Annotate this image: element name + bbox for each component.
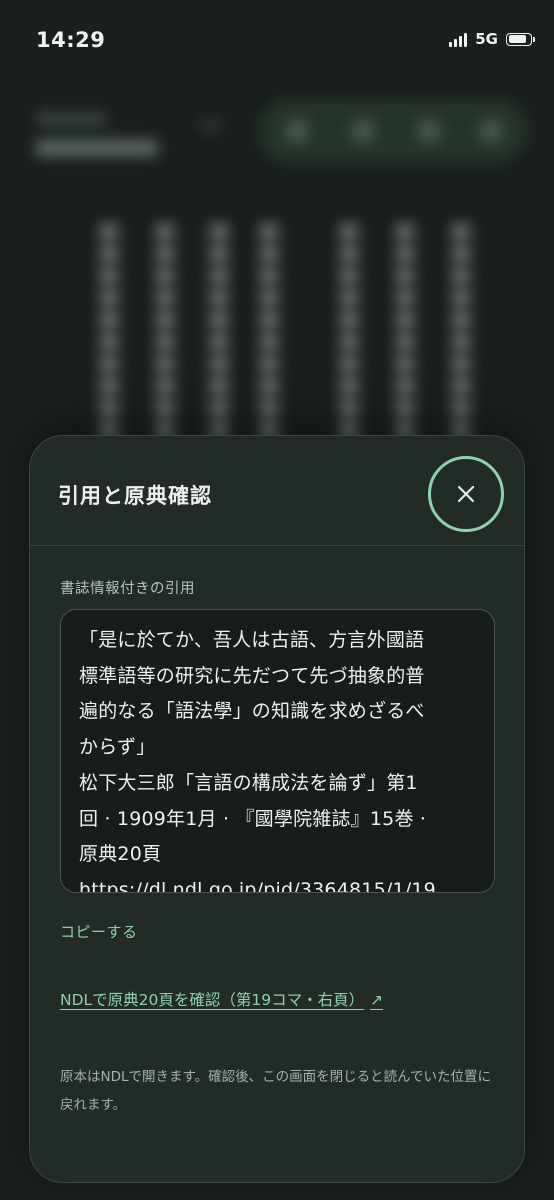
status-indicators: 5G: [449, 30, 535, 48]
signal-bars-icon: [449, 32, 468, 47]
battery-icon: [506, 32, 535, 46]
background-title: [36, 140, 158, 156]
citation-line: からず」: [79, 736, 156, 759]
citation-line: 「是に於てか、吾人は古語、方言外國語: [79, 629, 425, 651]
help-note: 原本はNDLで開きます。確認後、この画面を閉じると読んでいた位置に戻れます。: [60, 1069, 491, 1113]
citation-line: 原典20頁: [79, 843, 162, 866]
citation-text-box[interactable]: 「是に於てか、吾人は古語、方言外國語 標準語等の研究に先だつて先づ抽象的普 遍的…: [60, 609, 495, 893]
background-subtitle: [36, 114, 106, 124]
sheet-title: 引用と原典確認: [58, 484, 212, 508]
search-icon: [286, 120, 308, 142]
close-button[interactable]: [428, 456, 504, 532]
external-link-icon: ↗: [370, 991, 384, 1009]
menu-icon: [480, 120, 502, 142]
citation-line: 回 · 1909年1月 · 『國學院雑誌』15巻 ·: [79, 807, 427, 830]
close-icon: [457, 485, 475, 503]
contents-icon: [352, 120, 374, 142]
settings-icon: [418, 120, 440, 142]
citation-line: 遍的なる「語法學」の知識を求めざるべ: [79, 700, 425, 723]
battery-level: [508, 35, 527, 43]
divider: [30, 545, 524, 546]
chevron-down-icon: [198, 110, 221, 133]
status-bar: 14:29 5G: [0, 0, 554, 84]
citation-line: 標準語等の研究に先だつて先づ抽象的普: [79, 664, 425, 687]
citation-label: 書誌情報付きの引用: [60, 581, 195, 597]
background-toolbar: [258, 98, 528, 164]
citation-line: 松下大三郎「言語の構成法を論ず」第1: [79, 771, 418, 794]
ndl-link-label: NDLで原典20頁を確認（第19コマ・右頁）: [60, 991, 365, 1009]
copy-button[interactable]: コピーする: [60, 921, 138, 942]
citation-url-line: https://dl.ndl.go.jp/pid/3364815/1/19: [79, 878, 436, 893]
ndl-source-link[interactable]: NDLで原典20頁を確認（第19コマ・右頁） ↗: [60, 988, 383, 1010]
citation-sheet: 引用と原典確認 書誌情報付きの引用 「是に於てか、吾人は古語、方言外國語 標準語…: [29, 435, 525, 1183]
status-time: 14:29: [36, 28, 106, 52]
network-type: 5G: [475, 30, 498, 48]
